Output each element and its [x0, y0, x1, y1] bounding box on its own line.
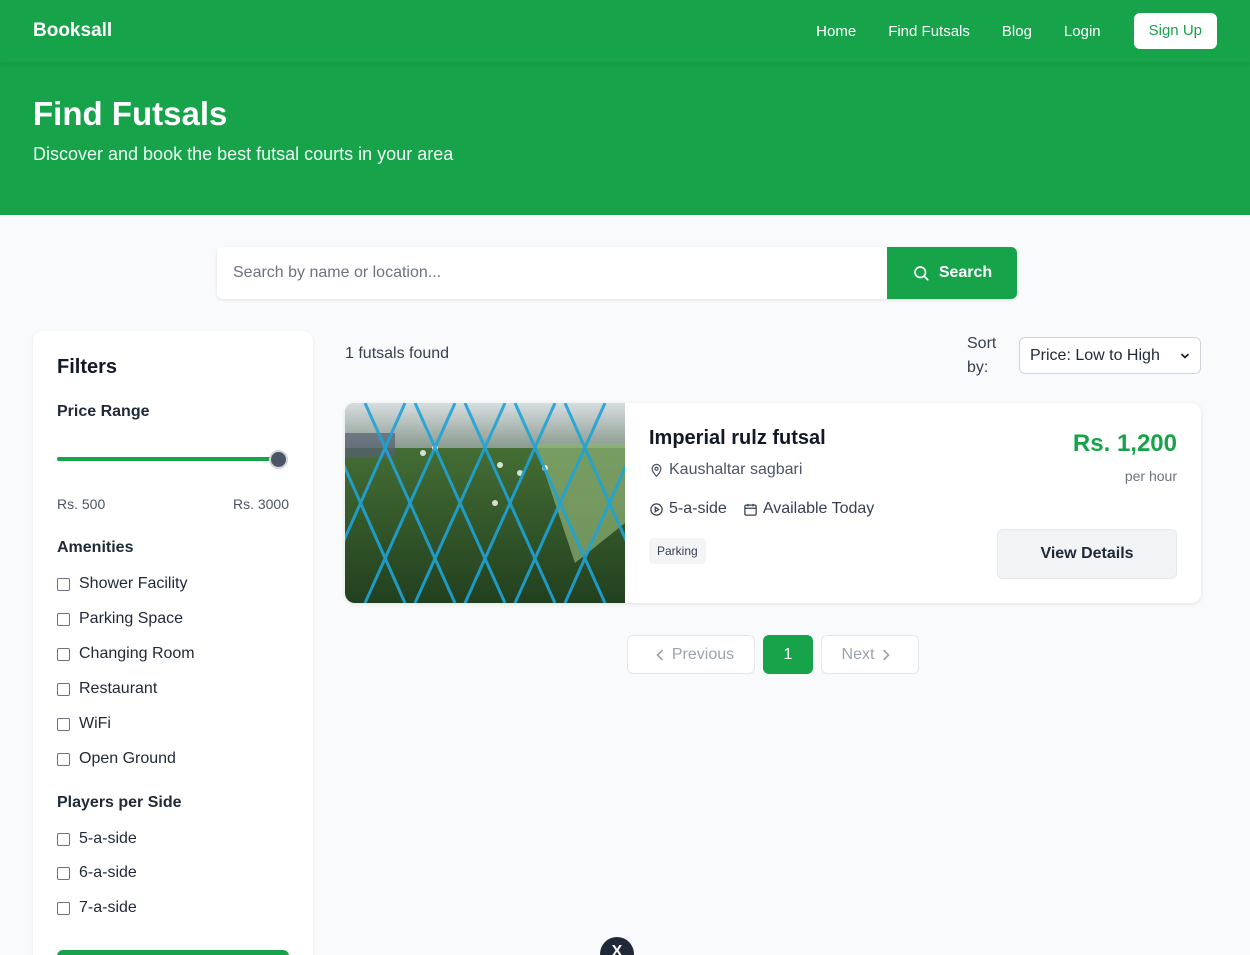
- sort-label: Sort by:: [967, 335, 997, 376]
- nav-link-login[interactable]: Login: [1064, 23, 1101, 40]
- view-details-button[interactable]: View Details: [997, 529, 1177, 579]
- calendar-icon: [744, 503, 757, 516]
- sort-select[interactable]: Price: Low to High: [1019, 337, 1201, 374]
- checkbox[interactable]: [57, 832, 70, 846]
- page-title: Find Futsals: [33, 95, 228, 132]
- price-range-slider[interactable]: [57, 450, 289, 471]
- search-button[interactable]: Search: [887, 247, 1017, 299]
- chevron-left-icon: [656, 649, 663, 660]
- price-range-labels: Rs. 500 Rs. 3000: [57, 496, 289, 512]
- price-unit: per hour: [1124, 468, 1177, 484]
- chevron-right-icon: [883, 649, 891, 660]
- amenity-parking-space[interactable]: Parking Space: [57, 608, 289, 630]
- play-circle-icon: [650, 502, 663, 516]
- search-input[interactable]: [217, 247, 887, 299]
- page-1-button[interactable]: 1: [763, 635, 813, 674]
- players-5-a-side[interactable]: 5-a-side: [57, 828, 289, 850]
- checkbox[interactable]: [57, 577, 70, 591]
- hero-banner: Find Futsals Discover and book the best …: [0, 62, 1250, 215]
- amenity-wifi[interactable]: WiFi: [57, 713, 289, 735]
- checkbox[interactable]: [57, 752, 70, 766]
- amenity-shower-facility[interactable]: Shower Facility: [57, 573, 289, 595]
- price-max-label: Rs. 3000: [232, 496, 289, 512]
- futsal-location: Kaushaltar sagbari: [649, 461, 802, 479]
- players-heading: Players per Side: [57, 794, 182, 811]
- amenities-heading: Amenities: [57, 539, 134, 556]
- amenity-open-ground[interactable]: Open Ground: [57, 748, 289, 770]
- previous-page-button[interactable]: Previous: [627, 635, 755, 674]
- price-min-label: Rs. 500: [57, 496, 106, 512]
- amenity-tag: Parking: [649, 538, 706, 564]
- checkbox[interactable]: [57, 647, 70, 661]
- next-page-button[interactable]: Next: [821, 635, 919, 674]
- results-count: 1 futsals found: [345, 345, 450, 362]
- filters-panel: Filters Price Range Rs. 500 Rs. 3000 Ame…: [33, 331, 313, 955]
- futsal-photo: [345, 403, 625, 603]
- checkbox[interactable]: [57, 682, 70, 696]
- filters-title: Filters: [57, 356, 118, 378]
- checkbox[interactable]: [57, 717, 70, 731]
- signup-button[interactable]: Sign Up: [1133, 13, 1217, 49]
- nav-link-home[interactable]: Home: [816, 23, 856, 40]
- futsal-meta: 5-a-side Available Today: [649, 500, 890, 518]
- checkbox[interactable]: [57, 866, 70, 880]
- checkbox[interactable]: [57, 901, 70, 915]
- price-range-heading: Price Range: [57, 403, 150, 420]
- top-navbar: Booksall Home Find Futsals Blog Login Si…: [0, 0, 1250, 62]
- nav-link-blog[interactable]: Blog: [1002, 23, 1032, 40]
- floating-badge[interactable]: X: [600, 937, 634, 955]
- chevron-down-icon: [1181, 353, 1189, 359]
- search-button-label: Search: [938, 264, 993, 281]
- players-6-a-side[interactable]: 6-a-side: [57, 862, 289, 884]
- nav-link-find-futsals[interactable]: Find Futsals: [888, 23, 970, 40]
- futsal-name[interactable]: Imperial rulz futsal: [649, 427, 826, 450]
- players-7-a-side[interactable]: 7-a-side: [57, 897, 289, 919]
- search-icon: [913, 266, 929, 281]
- futsal-card[interactable]: Imperial rulz futsal Kaushaltar sagbari …: [345, 403, 1201, 603]
- map-pin-icon: [651, 463, 662, 478]
- futsal-price: Rs. 1,200: [1072, 430, 1177, 457]
- futsal-availability: Available Today: [743, 500, 874, 518]
- amenity-changing-room[interactable]: Changing Room: [57, 643, 289, 665]
- slider-thumb[interactable]: [269, 450, 288, 469]
- slider-track: [57, 457, 279, 461]
- sort-selected-value: Price: Low to High: [1030, 346, 1160, 364]
- nav-links: Home Find Futsals Blog Login: [816, 23, 1100, 40]
- checkbox[interactable]: [57, 612, 70, 626]
- futsal-size: 5-a-side: [649, 500, 727, 518]
- apply-filters-button[interactable]: [57, 950, 289, 955]
- amenity-restaurant[interactable]: Restaurant: [57, 678, 289, 700]
- brand-logo[interactable]: Booksall: [33, 20, 112, 42]
- page-subtitle: Discover and book the best futsal courts…: [33, 144, 454, 164]
- search-bar: Search: [217, 247, 1017, 299]
